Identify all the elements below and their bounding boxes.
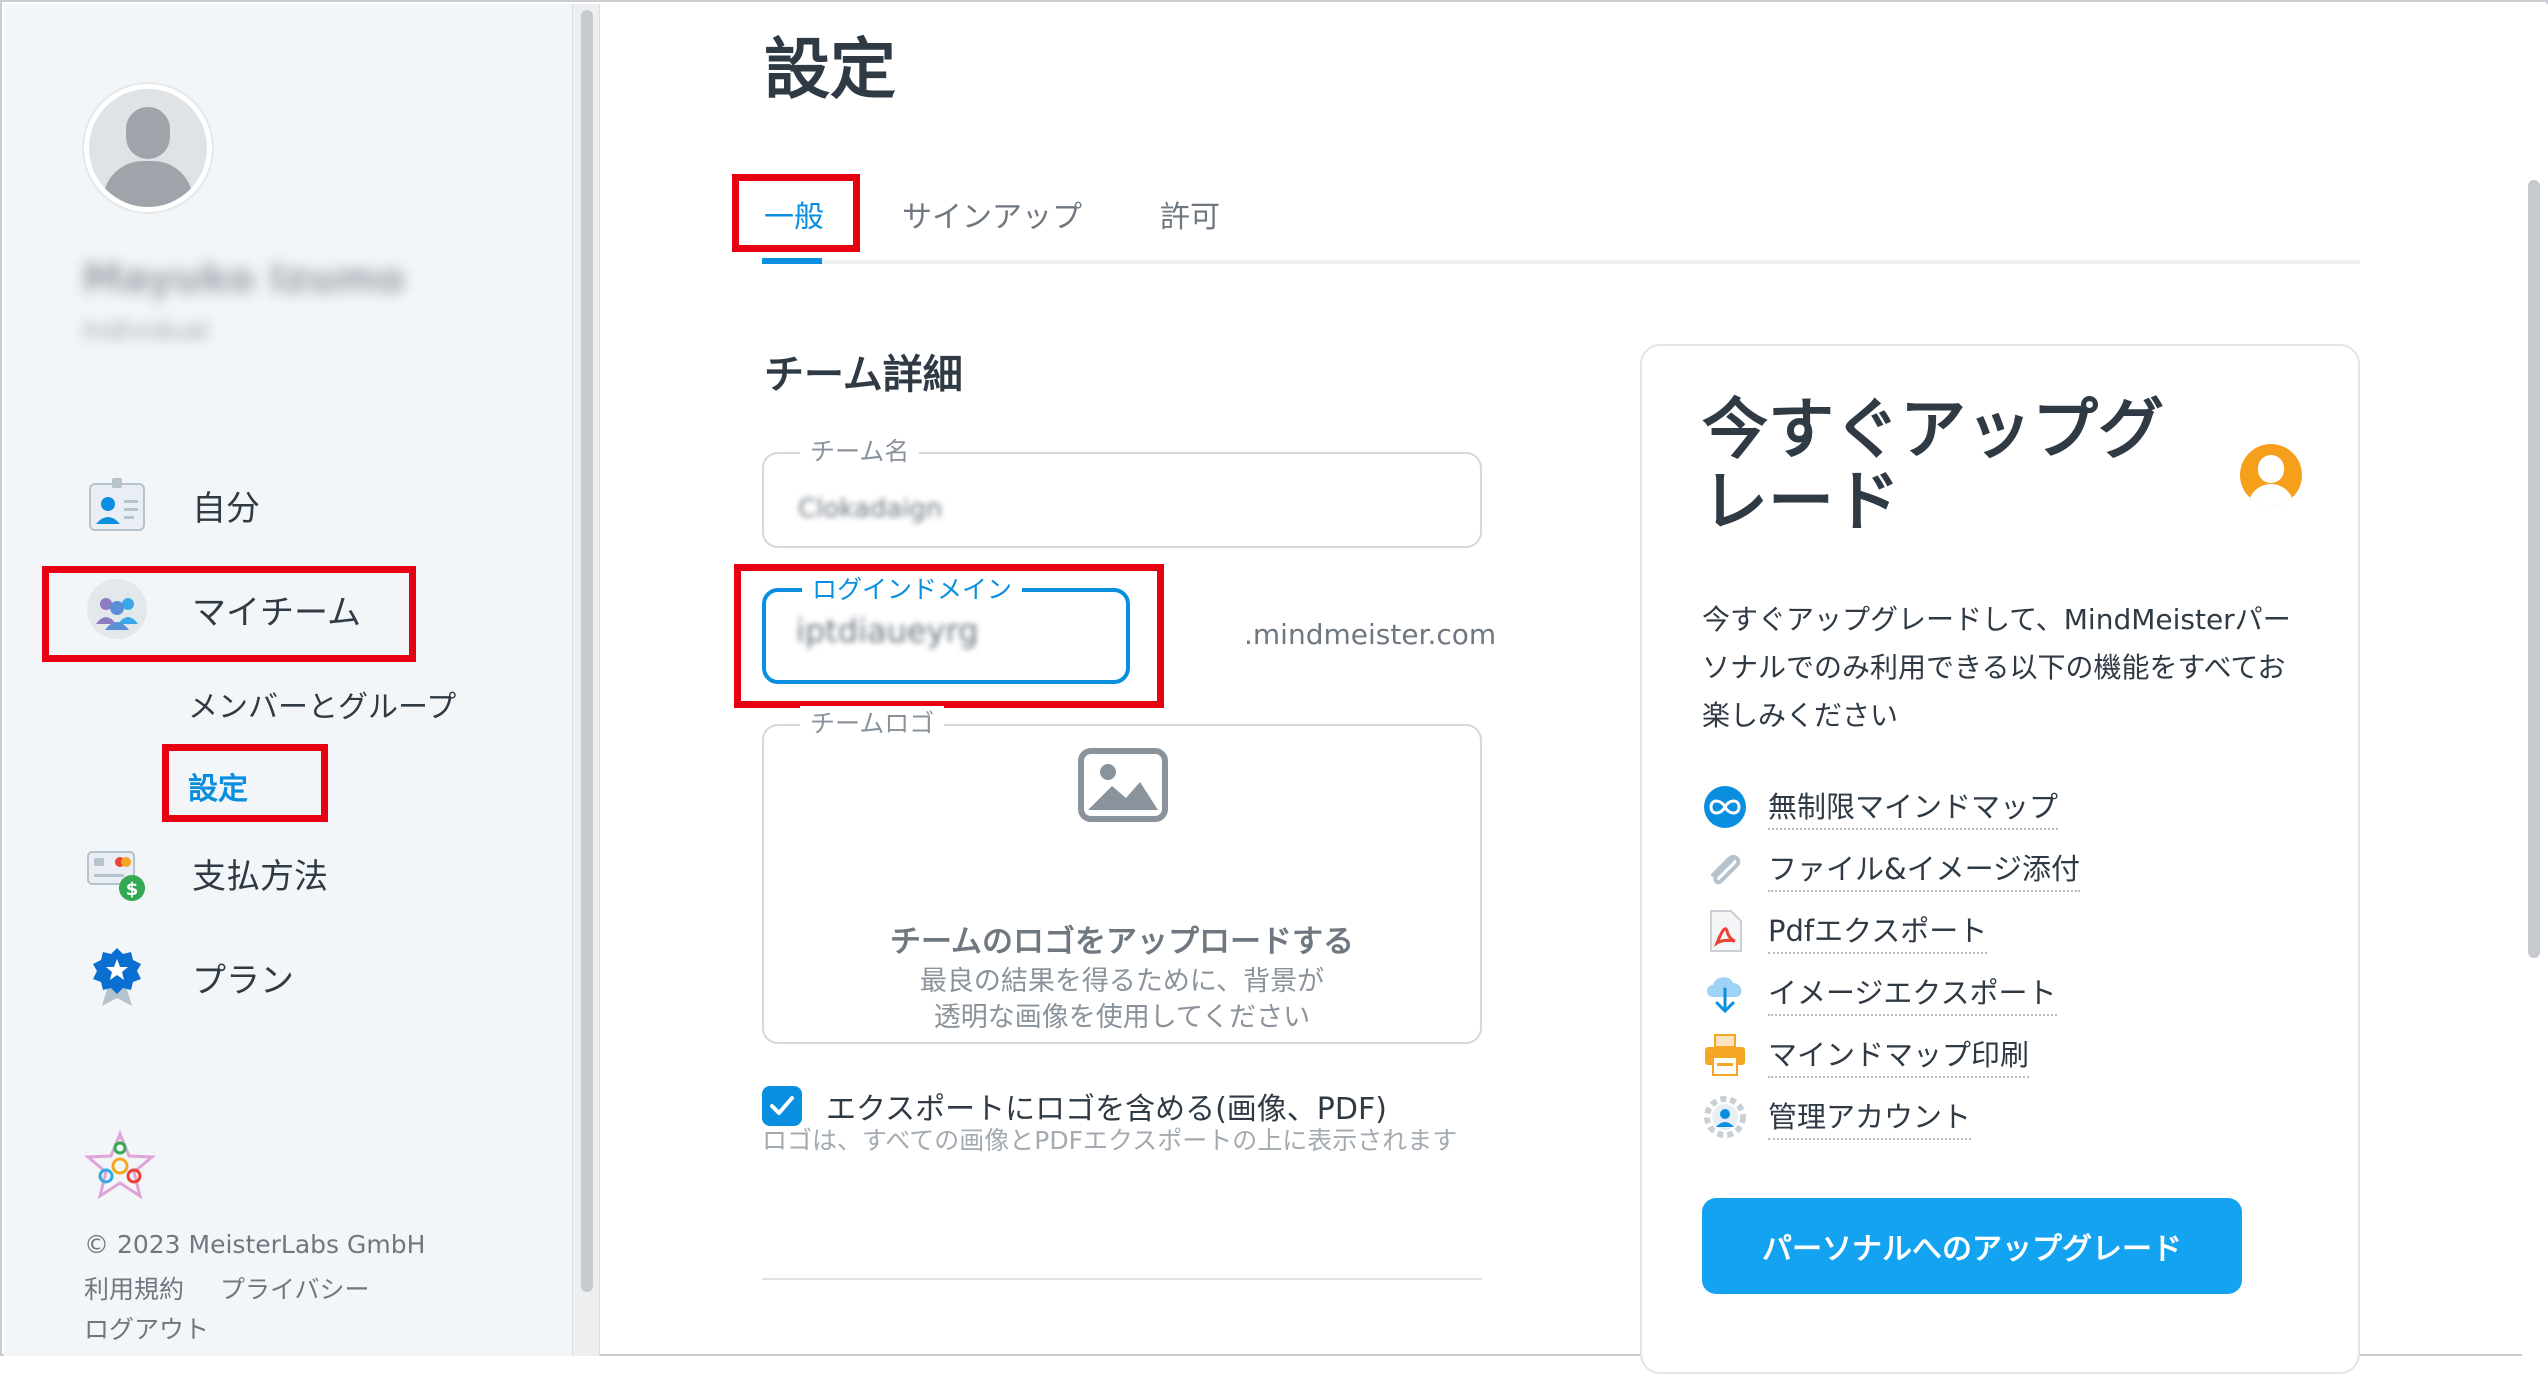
tab-active-indicator bbox=[762, 258, 822, 264]
tab-signup[interactable]: サインアップ bbox=[902, 192, 1082, 236]
pdf-icon bbox=[1702, 908, 1748, 954]
export-logo-option: エクスポートにロゴを含める(画像、PDF) bbox=[762, 1084, 1387, 1128]
id-card-icon bbox=[84, 472, 150, 538]
paperclip-icon bbox=[1702, 846, 1748, 892]
feature-item: ファイル&イメージ添付 bbox=[1702, 846, 2081, 892]
feature-item: Pdfエクスポート bbox=[1702, 908, 1988, 954]
highlight-settings bbox=[162, 744, 328, 822]
footer-links: 利用規約 プライバシー bbox=[84, 1270, 397, 1306]
logout-link[interactable]: ログアウト bbox=[84, 1310, 209, 1346]
copyright: © 2023 MeisterLabs GmbH bbox=[84, 1230, 426, 1259]
terms-link[interactable]: 利用規約 bbox=[84, 1275, 184, 1304]
tab-permissions[interactable]: 許可 bbox=[1160, 192, 1220, 236]
upgrade-description: 今すぐアップグレードして、MindMeisterパーソナルでのみ利用できる以下の… bbox=[1702, 603, 2291, 732]
sidebar-item-me[interactable]: 自分 bbox=[84, 472, 260, 538]
feature-label[interactable]: イメージエクスポート bbox=[1768, 970, 2057, 1016]
highlight-my-team bbox=[42, 566, 416, 662]
feature-item: イメージエクスポート bbox=[1702, 970, 2057, 1016]
highlight-tab-general bbox=[732, 174, 860, 252]
logo-upload-desc-line2: 透明な画像を使用してください bbox=[933, 1002, 1311, 1033]
team-logo-dropzone[interactable]: チームロゴ チームのロゴをアップロードする 最良の結果を得るために、背景が 透明… bbox=[762, 706, 1482, 1044]
team-logo-label: チームロゴ bbox=[800, 706, 945, 742]
feature-item: 管理アカウント bbox=[1702, 1094, 1972, 1140]
team-name-value: Clokadaign bbox=[798, 494, 943, 524]
feature-item: 無制限マインドマップ bbox=[1702, 784, 2059, 830]
feature-label[interactable]: ファイル&イメージ添付 bbox=[1768, 846, 2081, 892]
upgrade-personal-button[interactable]: パーソナルへのアップグレード bbox=[1702, 1198, 2242, 1294]
cloud-download-icon bbox=[1702, 970, 1748, 1016]
export-logo-label: エクスポートにロゴを含める(画像、PDF) bbox=[826, 1092, 1387, 1127]
printer-icon bbox=[1702, 1032, 1748, 1078]
feature-item: マインドマップ印刷 bbox=[1702, 1032, 2030, 1078]
team-name-label: チーム名 bbox=[800, 434, 920, 470]
section-divider bbox=[762, 1278, 1482, 1280]
svg-text:$: $ bbox=[126, 879, 139, 900]
section-title-team-details: チーム詳細 bbox=[764, 352, 963, 398]
logo-upload-description: 最良の結果を得るために、背景が 透明な画像を使用してください bbox=[764, 964, 1480, 1036]
check-icon bbox=[770, 1096, 794, 1115]
admin-gear-icon bbox=[1702, 1094, 1748, 1140]
personal-user-icon bbox=[2240, 444, 2302, 506]
highlight-login-domain bbox=[734, 564, 1164, 708]
tab-bar: 一般 サインアップ 許可 bbox=[762, 172, 2360, 264]
team-name-field[interactable]: チーム名 Clokadaign bbox=[762, 434, 1482, 548]
sidebar-item-label: 自分 bbox=[192, 488, 260, 529]
upgrade-card: 今すぐアップグレード 今すぐアップグレードして、MindMeisterパーソナル… bbox=[1640, 344, 2360, 1374]
feature-label[interactable]: 無制限マインドマップ bbox=[1768, 784, 2059, 830]
export-logo-checkbox[interactable] bbox=[762, 1086, 802, 1126]
sidebar-scrollbar[interactable] bbox=[572, 4, 600, 1356]
mindmeister-logo bbox=[84, 1130, 156, 1206]
privacy-link[interactable]: プライバシー bbox=[220, 1275, 370, 1304]
page-title: 設定 bbox=[764, 31, 896, 108]
plan-badge-icon bbox=[84, 944, 150, 1010]
payment-icon: $ bbox=[84, 840, 150, 906]
logo-upload-title: チームのロゴをアップロードする bbox=[889, 924, 1355, 960]
image-icon bbox=[1078, 748, 1168, 826]
sidebar-item-label: 支払方法 bbox=[192, 856, 328, 897]
feature-label[interactable]: 管理アカウント bbox=[1768, 1094, 1972, 1140]
user-subtitle: Individual bbox=[82, 316, 209, 346]
main-scrollbar[interactable] bbox=[2522, 4, 2548, 1356]
feature-label[interactable]: Pdfエクスポート bbox=[1768, 908, 1988, 954]
sidebar-item-plan[interactable]: プラン bbox=[84, 944, 294, 1010]
user-avatar[interactable] bbox=[84, 84, 212, 212]
feature-label[interactable]: マインドマップ印刷 bbox=[1768, 1032, 2030, 1078]
app-frame: Mayuko Izumo Individual 自分 マイチーム メンバーとグル… bbox=[0, 0, 2548, 1374]
domain-suffix: .mindmeister.com bbox=[1244, 618, 1497, 651]
sidebar-subitem-members-groups[interactable]: メンバーとグループ bbox=[188, 682, 456, 726]
sidebar-item-payment[interactable]: $ 支払方法 bbox=[84, 840, 328, 906]
logo-upload-desc-line1: 最良の結果を得るために、背景が bbox=[919, 966, 1325, 997]
export-logo-help: ロゴは、すべての画像とPDFエクスポートの上に表示されます bbox=[762, 1126, 1458, 1155]
infinity-icon bbox=[1702, 784, 1748, 830]
sidebar-item-label: プラン bbox=[192, 960, 294, 1001]
user-name: Mayuko Izumo bbox=[82, 256, 405, 302]
upgrade-title: 今すぐアップグレード bbox=[1702, 391, 2164, 540]
sidebar: Mayuko Izumo Individual 自分 マイチーム メンバーとグル… bbox=[4, 4, 572, 1356]
